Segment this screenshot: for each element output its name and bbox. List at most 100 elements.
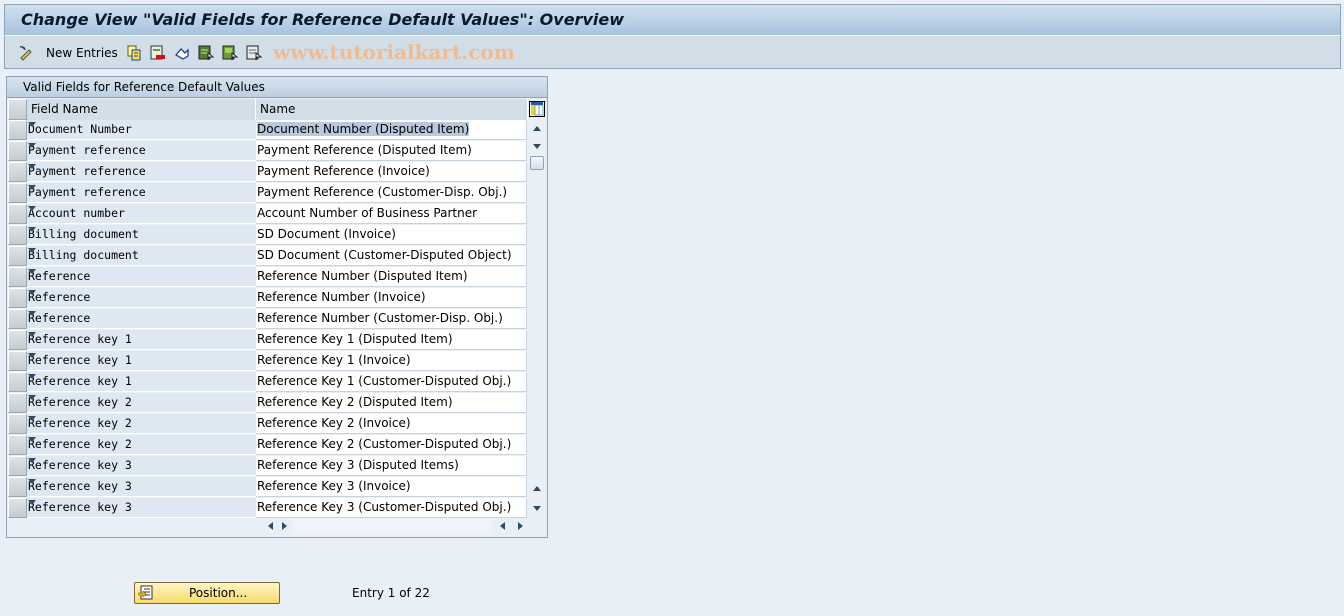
name-cell[interactable]: Reference Key 3 (Disputed Items) [256,456,527,476]
row-selector[interactable] [8,267,27,287]
new-entries-button[interactable]: New Entries [46,44,118,62]
dropdown-arrow-icon[interactable] [28,416,36,421]
row-selector[interactable] [8,435,27,455]
field-name-cell[interactable]: Reference [27,309,256,329]
name-cell[interactable]: Reference Key 1 (Disputed Item) [256,330,527,350]
scroll-left-end-icon[interactable] [500,522,505,530]
scroll-thumb[interactable] [530,156,544,170]
position-button[interactable]: Position... [134,582,280,604]
dropdown-arrow-icon[interactable] [28,248,36,253]
row-selector[interactable] [8,225,27,245]
row-selector[interactable] [8,204,27,224]
row-selector[interactable] [8,183,27,203]
field-name-cell[interactable]: Reference [27,267,256,287]
row-selector[interactable] [8,246,27,266]
field-name-cell[interactable]: Payment reference [27,141,256,161]
field-name-cell[interactable]: Payment reference [27,183,256,203]
scroll-right-icon[interactable] [282,522,287,530]
name-cell[interactable]: Document Number (Disputed Item) [256,120,527,140]
row-selector[interactable] [8,288,27,308]
dropdown-arrow-icon[interactable] [28,479,36,484]
row-selector[interactable] [8,393,27,413]
field-name-cell[interactable]: Account number [27,204,256,224]
field-name-cell[interactable]: Reference key 3 [27,477,256,497]
dropdown-arrow-icon[interactable] [28,332,36,337]
display-change-button[interactable] [18,44,34,62]
scroll-right-end-icon[interactable] [518,522,523,530]
select-all-rows-button[interactable] [8,99,27,120]
row-selector[interactable] [8,498,27,518]
row-selector[interactable] [8,309,27,329]
row-selector[interactable] [8,330,27,350]
column-header-field-name[interactable]: Field Name [27,99,256,120]
name-cell[interactable]: Reference Key 2 (Invoice) [256,414,527,434]
dropdown-arrow-icon[interactable] [28,458,36,463]
field-name-cell[interactable]: Document Number [27,120,256,140]
name-cell[interactable]: SD Document (Invoice) [256,225,527,245]
dropdown-arrow-icon[interactable] [28,395,36,400]
field-name-cell[interactable]: Billing document [27,225,256,245]
name-cell[interactable]: Reference Number (Disputed Item) [256,267,527,287]
row-selector[interactable] [8,162,27,182]
row-selector[interactable] [8,414,27,434]
vertical-scrollbar[interactable] [528,120,546,518]
scroll-left-icon[interactable] [268,522,273,530]
name-cell[interactable]: Reference Number (Customer-Disp. Obj.) [256,309,527,329]
field-name-cell[interactable]: Reference key 1 [27,372,256,392]
select-block-button[interactable] [222,44,239,62]
name-cell[interactable]: Account Number of Business Partner [256,204,527,224]
table-settings-button[interactable] [529,101,545,117]
name-cell[interactable]: Reference Key 1 (Invoice) [256,351,527,371]
field-name-cell[interactable]: Reference key 1 [27,351,256,371]
dropdown-arrow-icon[interactable] [28,227,36,232]
scroll-page-up-icon[interactable] [533,486,541,491]
field-name-cell[interactable]: Reference key 3 [27,498,256,518]
name-cell[interactable]: Payment Reference (Disputed Item) [256,141,527,161]
deselect-all-button[interactable] [246,44,263,62]
field-name-cell[interactable]: Reference key 2 [27,393,256,413]
dropdown-arrow-icon[interactable] [28,185,36,190]
name-cell[interactable]: Payment Reference (Invoice) [256,162,527,182]
field-name-cell[interactable]: Reference key 1 [27,330,256,350]
row-selector[interactable] [8,120,27,140]
scroll-page-down-icon[interactable] [533,506,541,511]
column-header-name[interactable]: Name [256,99,528,120]
scroll-track[interactable] [292,519,492,535]
field-name-cell[interactable]: Reference [27,288,256,308]
dropdown-arrow-icon[interactable] [28,374,36,379]
name-cell[interactable]: Reference Key 3 (Invoice) [256,477,527,497]
field-name-cell[interactable]: Reference key 3 [27,456,256,476]
dropdown-arrow-icon[interactable] [28,164,36,169]
name-cell[interactable]: Reference Key 2 (Disputed Item) [256,393,527,413]
field-name-cell[interactable]: Reference key 2 [27,435,256,455]
field-name-cell[interactable]: Payment reference [27,162,256,182]
row-selector[interactable] [8,456,27,476]
dropdown-arrow-icon[interactable] [28,290,36,295]
dropdown-arrow-icon[interactable] [28,122,36,127]
scroll-up-icon[interactable] [533,126,541,131]
dropdown-arrow-icon[interactable] [28,500,36,505]
row-selector[interactable] [8,477,27,497]
undo-change-button[interactable] [174,44,190,62]
row-selector[interactable] [8,351,27,371]
copy-as-button[interactable] [126,44,142,62]
horizontal-scrollbar[interactable] [256,518,528,536]
name-cell[interactable]: Reference Key 3 (Customer-Disputed Obj.) [256,498,527,518]
dropdown-arrow-icon[interactable] [28,311,36,316]
row-selector[interactable] [8,141,27,161]
select-all-button[interactable] [198,44,215,62]
name-cell[interactable]: Payment Reference (Customer-Disp. Obj.) [256,183,527,203]
dropdown-arrow-icon[interactable] [28,353,36,358]
name-cell[interactable]: SD Document (Customer-Disputed Object) [256,246,527,266]
name-cell[interactable]: Reference Key 1 (Customer-Disputed Obj.) [256,372,527,392]
dropdown-arrow-icon[interactable] [28,143,36,148]
scroll-down-icon[interactable] [533,144,541,149]
dropdown-arrow-icon[interactable] [28,269,36,274]
dropdown-arrow-icon[interactable] [28,437,36,442]
name-cell[interactable]: Reference Number (Invoice) [256,288,527,308]
dropdown-arrow-icon[interactable] [28,206,36,211]
row-selector[interactable] [8,372,27,392]
delete-button[interactable] [150,44,166,62]
field-name-cell[interactable]: Reference key 2 [27,414,256,434]
field-name-cell[interactable]: Billing document [27,246,256,266]
